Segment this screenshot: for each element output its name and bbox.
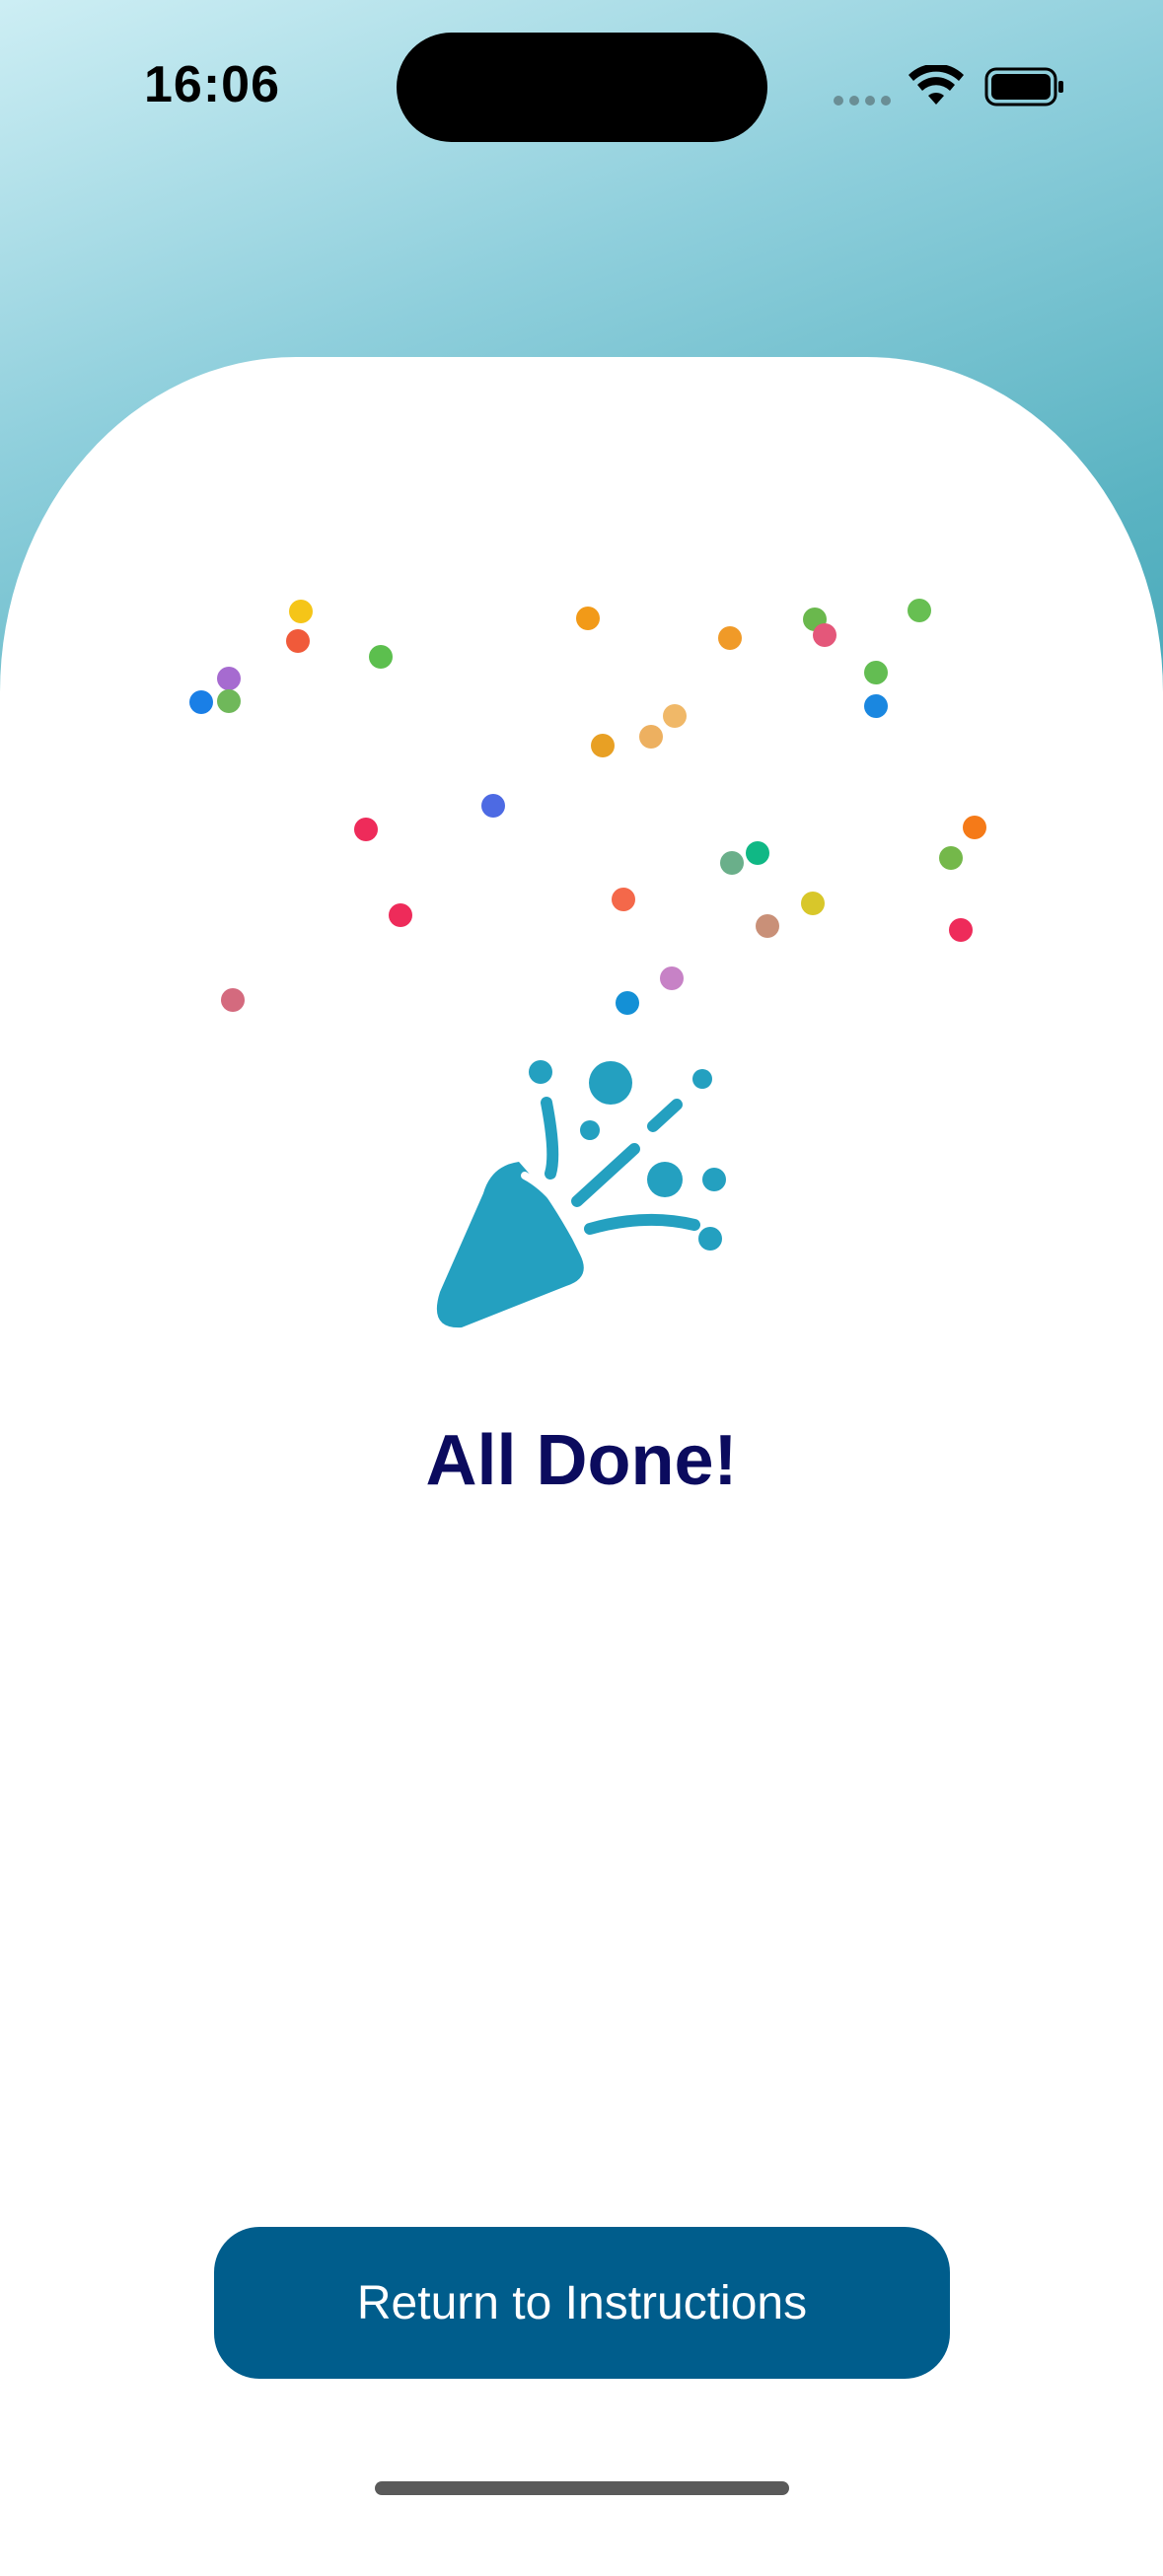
confetti	[189, 599, 986, 1015]
home-indicator[interactable]	[375, 2481, 789, 2495]
page-title: All Done!	[425, 1421, 738, 1500]
return-to-instructions-button[interactable]: Return to Instructions	[214, 2227, 950, 2379]
party-popper-icon	[436, 1060, 726, 1328]
